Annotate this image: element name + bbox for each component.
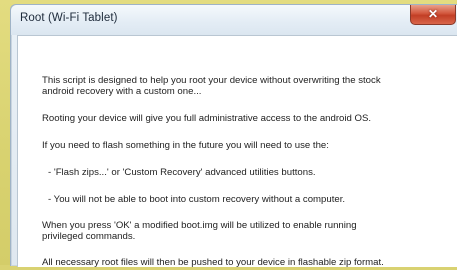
message-bullet: - You will not be able to boot into cust… bbox=[48, 194, 346, 205]
title-bar[interactable]: Root (Wi-Fi Tablet) ✕ bbox=[11, 5, 457, 35]
desktop-background: Root (Wi-Fi Tablet) ✕ This script is des… bbox=[0, 0, 457, 268]
message-line: All necessary root files will then be pu… bbox=[42, 257, 384, 268]
message-bullet: - 'Flash zips...' or 'Custom Recovery' a… bbox=[48, 167, 316, 178]
message-line: If you need to flash something in the fu… bbox=[42, 140, 329, 151]
window-title: Root (Wi-Fi Tablet) bbox=[20, 12, 118, 24]
message-line: privileged commands. bbox=[42, 231, 136, 242]
dialog-window: Root (Wi-Fi Tablet) ✕ This script is des… bbox=[10, 4, 457, 268]
close-icon: ✕ bbox=[427, 7, 439, 21]
message-line: Rooting your device will give you full a… bbox=[42, 113, 372, 124]
message-line: android recovery with a custom one... bbox=[42, 86, 202, 97]
dialog-body: This script is designed to help you root… bbox=[17, 35, 457, 268]
close-button[interactable]: ✕ bbox=[410, 5, 456, 25]
